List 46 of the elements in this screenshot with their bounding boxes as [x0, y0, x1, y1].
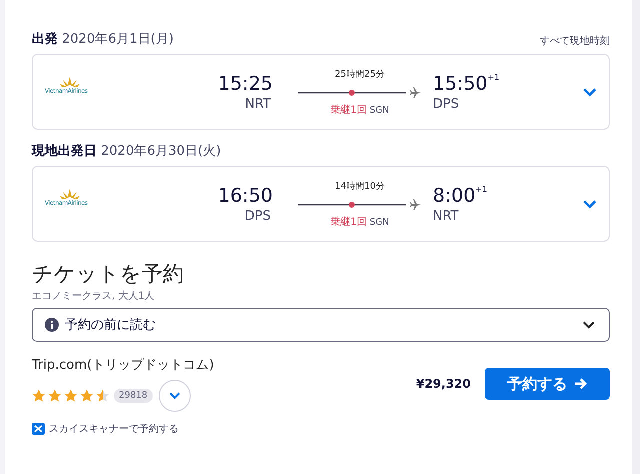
day-offset: +1 — [488, 72, 500, 82]
booking-title: チケットを予約 — [32, 261, 185, 288]
duration: 14時間10分 — [335, 180, 385, 192]
day-offset: +1 — [476, 184, 488, 194]
star-icon — [96, 389, 110, 403]
info-icon — [45, 318, 59, 332]
provider-name: Trip.com(トリップドットコム) — [32, 357, 214, 374]
booking-subtitle: エコノミークラス, 大人1人 — [32, 290, 156, 303]
lotus-logo-icon — [59, 188, 81, 200]
star-icon — [32, 389, 46, 403]
skyscanner-link[interactable]: スカイスキャナーで予約する — [49, 422, 179, 436]
arrive-time: 8:00 — [433, 184, 476, 206]
depart-time: 15:25 — [218, 72, 273, 94]
lotus-logo-icon — [59, 76, 81, 88]
star-icon — [64, 389, 78, 403]
leg-date: 2020年6月30日(火) — [101, 144, 222, 159]
star-icon — [48, 389, 62, 403]
leg-date: 2020年6月1日(月) — [62, 32, 174, 47]
arrive-airport: DPS — [433, 96, 460, 112]
stops: 乗継1回 — [330, 104, 368, 116]
notice-dropdown[interactable]: 予約の前に読む — [32, 308, 610, 342]
expand-button[interactable] — [158, 380, 191, 412]
arrow-icon — [574, 378, 588, 390]
review-count: 29818 — [114, 389, 153, 403]
book-button[interactable]: 予約する — [485, 368, 610, 400]
price: ¥29,320 — [416, 377, 471, 391]
chevron-icon[interactable] — [583, 200, 597, 208]
stops: 乗継1回 — [330, 216, 368, 228]
chevron-icon — [168, 392, 181, 400]
depart-airport: NRT — [245, 96, 271, 112]
duration: 25時間25分 — [335, 68, 385, 80]
depart-airport: DPS — [244, 208, 271, 224]
via-airport: SGN — [370, 106, 390, 116]
timezone-note: すべて現地時刻 — [540, 34, 610, 48]
arrive-airport: NRT — [433, 208, 460, 224]
chevron-icon[interactable] — [583, 88, 597, 96]
leg-label: 現地出発日 — [32, 144, 97, 159]
star-icon — [80, 389, 94, 403]
via-airport: SGN — [370, 218, 390, 228]
plane-icon — [410, 86, 422, 98]
skyscanner-icon — [32, 423, 45, 435]
depart-time: 16:50 — [218, 184, 273, 206]
leg-label: 出発 — [32, 32, 58, 47]
arrive-time: 15:50 — [433, 72, 488, 94]
chevron-icon — [583, 321, 595, 329]
plane-icon — [410, 198, 422, 210]
